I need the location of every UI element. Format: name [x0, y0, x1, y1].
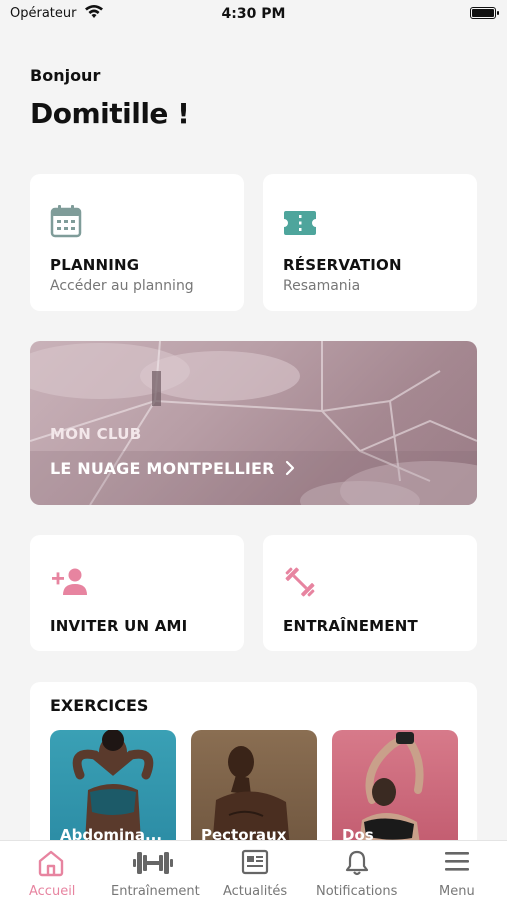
news-icon: [241, 849, 269, 875]
add-user-icon: [52, 568, 87, 595]
tab-accueil[interactable]: Accueil: [0, 841, 102, 901]
ticket-icon: [284, 211, 316, 235]
club-label: MON CLUB: [50, 425, 142, 443]
greeting: Bonjour: [30, 66, 101, 85]
dumbbell-icon: [133, 852, 173, 874]
invite-title: INVITER UN AMI: [50, 617, 188, 635]
status-bar: Opérateur 4:30 PM: [0, 0, 507, 28]
tab-actualites[interactable]: Actualités: [204, 841, 306, 901]
club-name: LE NUAGE MONTPELLIER: [50, 459, 275, 478]
planning-title: PLANNING: [50, 256, 140, 274]
dumbbell-icon: [285, 567, 315, 597]
home-icon: [38, 850, 64, 877]
calendar-icon: [50, 205, 82, 238]
exercises-section: EXERCICES Abdomina... Pectoraux Dos: [30, 682, 477, 852]
exercise-card-abs[interactable]: Abdomina...: [50, 730, 176, 852]
exercise-card-chest[interactable]: Pectoraux: [191, 730, 317, 852]
reservation-subtitle: Resamania: [283, 278, 361, 294]
tab-bar: Accueil Entraînement Actualités Notifica…: [0, 840, 507, 901]
reservation-card[interactable]: RÉSERVATION Resamania: [263, 174, 477, 311]
exercise-card-back[interactable]: Dos: [332, 730, 458, 852]
tab-menu[interactable]: Menu: [408, 841, 507, 901]
club-background-image: [30, 341, 477, 505]
reservation-title: RÉSERVATION: [283, 256, 402, 274]
invite-friend-card[interactable]: INVITER UN AMI: [30, 535, 244, 651]
tab-label: Entraînement: [111, 884, 200, 899]
user-name: Domitille !: [30, 97, 190, 130]
clock: 4:30 PM: [221, 6, 286, 22]
my-club-card[interactable]: MON CLUB LE NUAGE MONTPELLIER: [30, 341, 477, 505]
training-card[interactable]: ENTRAÎNEMENT: [263, 535, 477, 651]
tab-label: Notifications: [316, 884, 398, 899]
planning-card[interactable]: PLANNING Accéder au planning: [30, 174, 244, 311]
battery-icon: [470, 7, 499, 19]
tab-label: Actualités: [223, 884, 288, 899]
planning-subtitle: Accéder au planning: [50, 278, 194, 294]
tab-label: Accueil: [29, 884, 76, 899]
exercises-title: EXERCICES: [50, 696, 149, 715]
training-title: ENTRAÎNEMENT: [283, 617, 418, 635]
chevron-right-icon: [285, 460, 295, 476]
tab-entrainement[interactable]: Entraînement: [102, 841, 204, 901]
tab-label: Menu: [439, 884, 475, 899]
menu-icon: [445, 852, 469, 871]
bell-icon: [345, 850, 369, 876]
tab-notifications[interactable]: Notifications: [306, 841, 408, 901]
